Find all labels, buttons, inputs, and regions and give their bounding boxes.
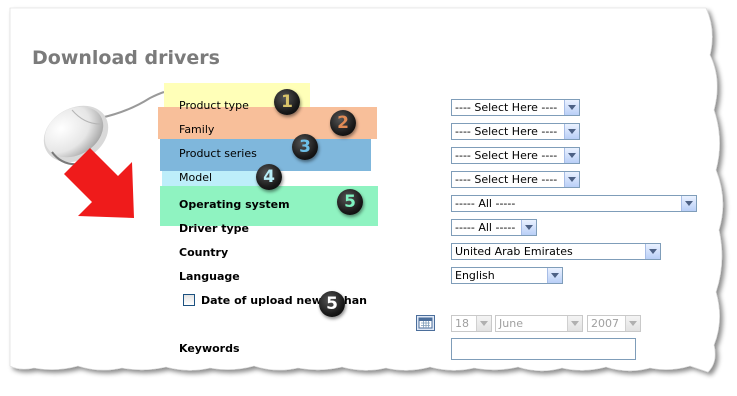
chevron-down-icon[interactable] — [564, 124, 579, 139]
page-title: Download drivers — [32, 47, 220, 69]
label-family: Family — [179, 123, 215, 136]
product-type-select-value: ---- Select Here ---- — [455, 101, 558, 114]
callout-number-product-series: 3 — [292, 134, 318, 160]
chevron-down-icon[interactable] — [567, 316, 582, 331]
screenshot-page: Download drivers Product type Family Pro… — [0, 0, 737, 396]
label-country: Country — [179, 246, 229, 259]
chevron-down-icon[interactable] — [564, 100, 579, 115]
calendar-icon[interactable] — [416, 315, 435, 331]
callout-number-operating-system: 5 — [337, 189, 363, 215]
month-select-value: June — [499, 317, 523, 330]
year-select-value: 2007 — [591, 317, 619, 330]
label-driver-type: Driver type — [179, 222, 249, 235]
operating-system-select-value: ----- All ----- — [455, 197, 516, 210]
chevron-down-icon[interactable] — [547, 268, 562, 283]
chevron-down-icon[interactable] — [564, 172, 579, 187]
day-select-value: 18 — [455, 317, 469, 330]
day-select[interactable]: 18 — [451, 315, 492, 332]
chevron-down-icon[interactable] — [476, 316, 491, 331]
chevron-down-icon[interactable] — [564, 148, 579, 163]
keywords-input[interactable] — [451, 338, 636, 360]
country-select-value: United Arab Emirates — [455, 245, 573, 258]
label-model: Model — [179, 171, 213, 184]
family-select-value: ---- Select Here ---- — [455, 125, 558, 138]
chevron-down-icon[interactable] — [681, 196, 696, 211]
label-language: Language — [179, 270, 240, 283]
driver-type-select[interactable]: ----- All ----- — [451, 219, 537, 236]
callout-number-date-upload: 5 — [319, 291, 345, 317]
driver-type-select-value: ----- All ----- — [455, 221, 516, 234]
family-select[interactable]: ---- Select Here ---- — [451, 123, 580, 140]
product-series-select[interactable]: ---- Select Here ---- — [451, 147, 580, 164]
label-keywords: Keywords — [179, 342, 240, 355]
language-select-value: English — [455, 269, 495, 282]
model-select-value: ---- Select Here ---- — [455, 173, 558, 186]
operating-system-select[interactable]: ----- All ----- — [451, 195, 697, 212]
language-select[interactable]: English — [451, 267, 563, 284]
chevron-down-icon[interactable] — [521, 220, 536, 235]
country-select[interactable]: United Arab Emirates — [451, 243, 661, 260]
year-select[interactable]: 2007 — [587, 315, 641, 332]
date-upload-checkbox[interactable] — [183, 294, 195, 306]
callout-number-family: 2 — [330, 110, 356, 136]
product-type-select[interactable]: ---- Select Here ---- — [451, 99, 580, 116]
chevron-down-icon[interactable] — [645, 244, 660, 259]
callout-number-model: 4 — [256, 164, 282, 190]
month-select[interactable]: June — [495, 315, 583, 332]
label-operating-system: Operating system — [179, 198, 290, 211]
model-select[interactable]: ---- Select Here ---- — [451, 171, 580, 188]
label-product-type: Product type — [179, 99, 249, 112]
callout-number-product-type: 1 — [274, 89, 300, 115]
chevron-down-icon[interactable] — [625, 316, 640, 331]
label-product-series: Product series — [179, 147, 257, 160]
product-series-select-value: ---- Select Here ---- — [455, 149, 558, 162]
